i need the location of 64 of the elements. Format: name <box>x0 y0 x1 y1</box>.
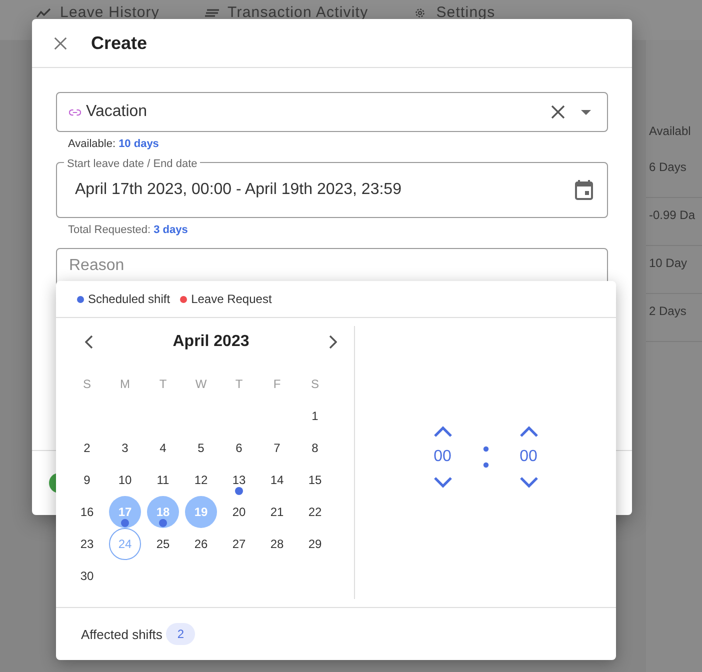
next-month-icon[interactable] <box>328 335 337 349</box>
calendar-day[interactable]: 8 <box>299 432 331 464</box>
calendar-icon[interactable] <box>575 180 593 200</box>
increase-minutes-icon[interactable] <box>518 426 538 438</box>
calendar-day[interactable]: 13 <box>223 464 255 496</box>
decrease-minutes-icon[interactable] <box>518 476 538 488</box>
weekday-label: M <box>120 377 130 391</box>
table-cell: 2 Days <box>646 294 702 342</box>
weekday-label: S <box>310 377 319 391</box>
dialog-title: Create <box>91 32 148 54</box>
field-label: Start leave date / End date <box>64 158 200 170</box>
legend-label: Leave Request <box>191 292 272 306</box>
link-icon <box>69 108 81 116</box>
calendar-day[interactable]: 6 <box>223 432 255 464</box>
calendar-day[interactable]: 21 <box>261 496 293 528</box>
minutes-value[interactable]: 00 <box>520 448 538 466</box>
calendar-day[interactable]: 20 <box>223 496 255 528</box>
calendar-day[interactable]: 30 <box>71 560 103 592</box>
calendar-day[interactable]: 11 <box>147 464 179 496</box>
month-title: April 2023 <box>172 333 250 351</box>
affected-shifts-label: Affected shifts <box>81 626 162 642</box>
lines-icon <box>204 6 220 18</box>
calendar-day[interactable]: 10 <box>109 464 141 496</box>
hours-value[interactable]: 00 <box>434 448 452 466</box>
calendar-day[interactable]: 9 <box>71 464 103 496</box>
caret-icon[interactable] <box>581 110 591 114</box>
calendar-day[interactable]: 29 <box>299 528 331 560</box>
calendar-day[interactable]: 16 <box>71 496 103 528</box>
calendar-day[interactable]: 14 <box>261 464 293 496</box>
total-requested-text: Total Requested: 3 days <box>68 224 188 236</box>
calendar-day[interactable]: 1 <box>299 400 331 432</box>
calendar-day[interactable]: 3 <box>109 432 141 464</box>
weekday-label: S <box>82 377 91 391</box>
calendar-day[interactable]: 27 <box>223 528 255 560</box>
calendar-day[interactable]: 7 <box>261 432 293 464</box>
close-icon[interactable] <box>53 36 68 50</box>
affected-shifts-count: 2 <box>166 623 196 645</box>
colon-icon <box>482 446 488 468</box>
clear-icon[interactable] <box>551 105 565 119</box>
calendar-day[interactable]: 26 <box>185 528 217 560</box>
column-header: Availabl <box>648 123 692 140</box>
weekday-label: T <box>235 377 243 391</box>
calendar-day[interactable]: 22 <box>299 496 331 528</box>
calendar-day[interactable]: 25 <box>147 528 179 560</box>
weekday-label: T <box>159 377 167 391</box>
table-cell: -0.99 Da <box>646 198 702 246</box>
trend-icon <box>36 6 52 18</box>
table-cell: 10 Day <box>646 246 702 294</box>
calendar-day[interactable]: 5 <box>185 432 217 464</box>
weekday-label: F <box>273 377 281 391</box>
calendar-day[interactable]: 12 <box>185 464 217 496</box>
calendar-day[interactable]: 15 <box>299 464 331 496</box>
increase-hours-icon[interactable] <box>432 426 452 438</box>
previous-month-icon[interactable] <box>85 335 93 349</box>
calendar-day[interactable]: 2 <box>71 432 103 464</box>
legend-label: Scheduled shift <box>88 292 170 306</box>
calendar-day[interactable]: 4 <box>147 432 179 464</box>
calendar-day[interactable]: 23 <box>71 528 103 560</box>
calendar-day[interactable]: 28 <box>261 528 293 560</box>
table-cell: 6 Days <box>646 150 702 198</box>
available-text: Available: 10 days <box>68 138 159 150</box>
weekday-label: W <box>195 377 207 391</box>
decrease-hours-icon[interactable] <box>432 476 452 488</box>
leave-type-select[interactable]: Vacation <box>56 92 608 132</box>
